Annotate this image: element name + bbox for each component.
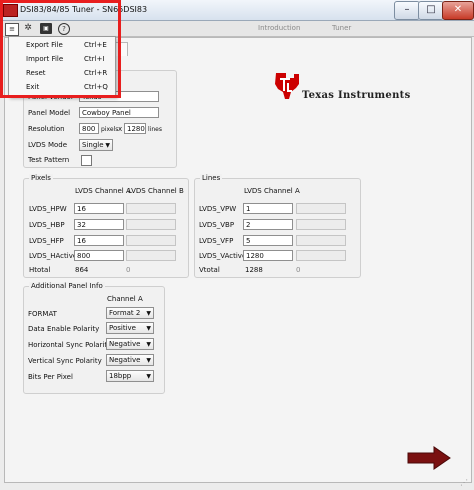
hactive-a-field[interactable]: 800 <box>74 250 124 261</box>
format-select[interactable]: Format 2 ▼ <box>106 307 154 319</box>
vpw-a-field[interactable]: 1 <box>243 203 293 214</box>
vfp-label: LVDS_VFP <box>199 237 234 245</box>
bpp-label: Bits Per Pixel <box>28 373 73 381</box>
hfp-b-field <box>126 235 176 246</box>
close-button[interactable]: ✕ <box>442 1 474 20</box>
additional-info-title: Additional Panel Info <box>29 282 105 290</box>
test-pattern-checkbox[interactable] <box>81 155 92 166</box>
vtotal-label: Vtotal <box>199 266 220 274</box>
hsync-polarity-label: Horizontal Sync Polarity <box>28 341 112 349</box>
vtotal-a-value: 1288 <box>245 266 263 274</box>
chevron-down-icon: ▼ <box>146 341 151 348</box>
vfp-a-field[interactable]: 5 <box>243 235 293 246</box>
vactive-label: LVDS_VActive <box>199 252 247 260</box>
arrow-right-icon <box>407 446 451 470</box>
panel-model-field[interactable]: Cowboy Panel <box>79 107 159 118</box>
hsync-polarity-select[interactable]: Negative ▼ <box>106 338 154 350</box>
menu-highlight-box <box>0 0 121 98</box>
bpp-value: 18bpp <box>109 372 132 380</box>
lvds-mode-label: LVDS Mode <box>28 141 68 149</box>
de-polarity-label: Data Enable Polarity <box>28 325 100 333</box>
pixels-col-b-header: LVDS Channel B <box>128 187 184 195</box>
tab-tuner[interactable]: Tuner <box>332 24 351 32</box>
de-polarity-value: Positive <box>109 324 136 332</box>
hbp-label: LVDS_HBP <box>29 221 65 229</box>
resolution-width-field[interactable]: 800 <box>79 123 99 134</box>
hpw-label: LVDS_HPW <box>29 205 67 213</box>
test-pattern-label: Test Pattern <box>28 156 70 164</box>
resize-grip-icon[interactable]: ⋰ <box>460 477 472 489</box>
lines-col-a-header: LVDS Channel A <box>244 187 300 195</box>
resolution-height-field[interactable]: 1280 <box>124 123 146 134</box>
pixels-col-a-header: LVDS Channel A <box>75 187 131 195</box>
additional-col-a-header: Channel A <box>107 295 143 303</box>
chevron-down-icon: ▼ <box>146 373 151 380</box>
hpw-b-field <box>126 203 176 214</box>
vsync-polarity-select[interactable]: Negative ▼ <box>106 354 154 366</box>
hfp-a-field[interactable]: 16 <box>74 235 124 246</box>
texas-instruments-logo: Texas Instruments <box>272 70 422 102</box>
htotal-label: Htotal <box>29 266 51 274</box>
pixels-group-title: Pixels <box>29 174 53 182</box>
lines-unit-label: lines <box>148 126 162 133</box>
vsync-polarity-value: Negative <box>109 356 141 364</box>
hpw-a-field[interactable]: 16 <box>74 203 124 214</box>
bpp-select[interactable]: 18bpp ▼ <box>106 370 154 382</box>
maximize-button[interactable]: □ <box>418 1 444 20</box>
times-label: x <box>118 125 123 133</box>
hsync-polarity-value: Negative <box>109 340 141 348</box>
lvds-mode-value: Single <box>82 141 104 149</box>
vbp-label: LVDS_VBP <box>199 221 235 229</box>
de-polarity-select[interactable]: Positive ▼ <box>106 322 154 334</box>
chevron-down-icon: ▼ <box>146 357 151 364</box>
hactive-b-field <box>126 250 176 261</box>
hbp-b-field <box>126 219 176 230</box>
lvds-mode-select[interactable]: Single ▼ <box>79 139 113 151</box>
next-arrow-button[interactable] <box>406 446 452 470</box>
ti-state-icon <box>275 73 299 99</box>
htotal-b-value: 0 <box>126 266 131 274</box>
format-value: Format 2 <box>109 309 141 317</box>
hactive-label: LVDS_HActive <box>29 252 78 260</box>
vsync-polarity-label: Vertical Sync Polarity <box>28 357 102 365</box>
panel-model-label: Panel Model <box>28 109 71 117</box>
vfp-b-field <box>296 235 346 246</box>
htotal-a-value: 864 <box>75 266 89 274</box>
chevron-down-icon: ▼ <box>146 325 151 332</box>
minimize-button[interactable]: – <box>394 1 420 20</box>
vbp-b-field <box>296 219 346 230</box>
hfp-label: LVDS_HFP <box>29 237 64 245</box>
chevron-down-icon: ▼ <box>146 310 151 317</box>
vbp-a-field[interactable]: 2 <box>243 219 293 230</box>
vtotal-b-value: 0 <box>296 266 301 274</box>
vpw-label: LVDS_VPW <box>199 205 237 213</box>
resolution-label: Resolution <box>28 125 65 133</box>
vactive-a-field[interactable]: 1280 <box>243 250 293 261</box>
hbp-a-field[interactable]: 32 <box>74 219 124 230</box>
vactive-b-field <box>296 250 346 261</box>
vpw-b-field <box>296 203 346 214</box>
format-label: FORMAT <box>28 310 57 318</box>
tab-introduction[interactable]: Introduction <box>258 24 300 32</box>
lines-group-title: Lines <box>200 174 223 182</box>
logo-text: Texas Instruments <box>302 90 411 101</box>
pixels-unit-label: pixels <box>101 126 119 133</box>
chevron-down-icon: ▼ <box>105 142 110 149</box>
